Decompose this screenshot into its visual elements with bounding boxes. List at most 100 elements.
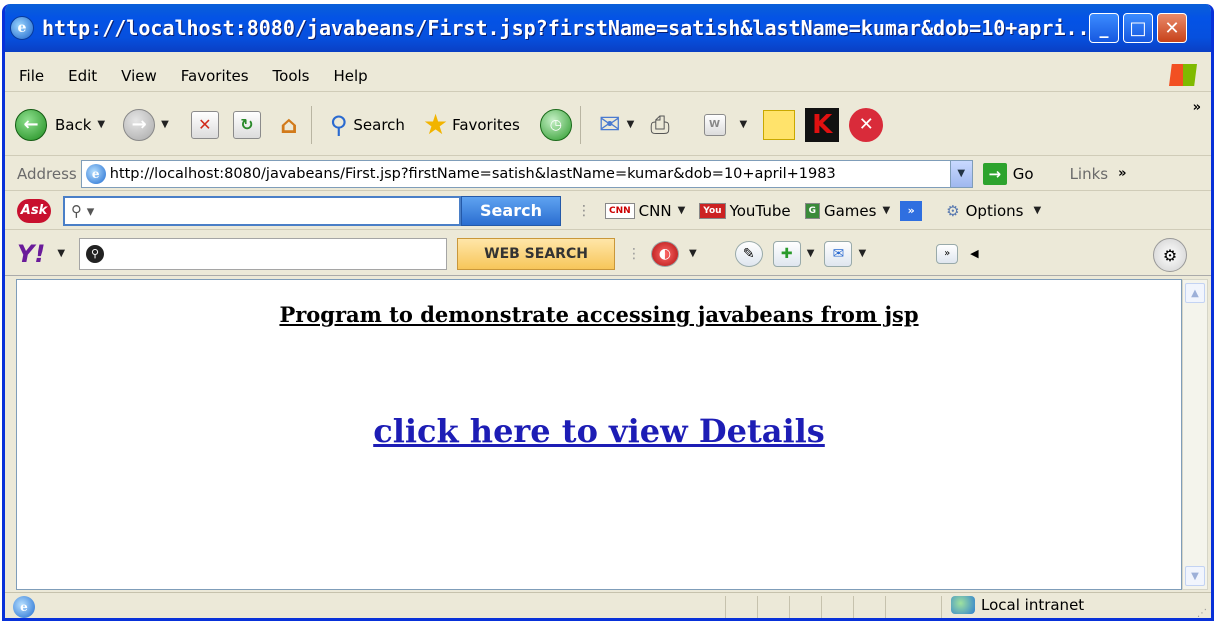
search-icon: ⚲ ▾ bbox=[71, 201, 95, 220]
ie-logo-icon: e bbox=[10, 16, 34, 40]
forward-button[interactable]: → ▼ bbox=[123, 108, 169, 141]
youtube-label: YouTube bbox=[729, 201, 791, 220]
yahoo-logo[interactable]: Y! bbox=[17, 240, 45, 268]
browser-window: e http://localhost:8080/javabeans/First.… bbox=[2, 4, 1214, 621]
forward-dropdown-icon[interactable]: ▼ bbox=[161, 119, 169, 130]
menu-edit[interactable]: Edit bbox=[68, 67, 97, 85]
mail-icon: ✉ bbox=[598, 109, 621, 140]
address-url[interactable]: http://localhost:8080/javabeans/First.js… bbox=[110, 166, 950, 182]
window-title: http://localhost:8080/javabeans/First.js… bbox=[42, 16, 1102, 40]
bookmark-add-icon[interactable]: ✚ bbox=[772, 240, 801, 267]
stop-button[interactable]: ✕ bbox=[190, 110, 219, 139]
ask-logo[interactable]: Ask bbox=[17, 198, 51, 223]
address-dropdown-icon[interactable]: ▼ bbox=[949, 160, 972, 187]
games-icon: G bbox=[804, 202, 820, 219]
history-button[interactable]: ◷ bbox=[539, 108, 572, 141]
page-content: Program to demonstrate accessing javabea… bbox=[16, 279, 1182, 590]
bookmark-dropdown-icon[interactable]: ▼ bbox=[807, 248, 815, 259]
history-icon: ◷ bbox=[539, 108, 572, 141]
ask-overflow-icon[interactable]: » bbox=[900, 200, 923, 221]
status-pane-divider bbox=[789, 596, 790, 618]
antispy-dropdown-icon[interactable]: ▼ bbox=[689, 248, 697, 259]
antispy-icon[interactable]: ◐ bbox=[651, 240, 680, 267]
options-button[interactable]: ⚙ Options ▼ bbox=[946, 202, 1041, 220]
word-icon: W bbox=[703, 113, 726, 136]
youtube-link[interactable]: You YouTube bbox=[699, 201, 791, 220]
mail-dropdown-icon[interactable]: ▼ bbox=[627, 119, 635, 130]
ask-search-input[interactable]: ⚲ ▾ bbox=[63, 195, 461, 226]
title-bar[interactable]: e http://localhost:8080/javabeans/First.… bbox=[5, 4, 1211, 52]
mail-button[interactable]: ✉ ▼ bbox=[599, 110, 635, 140]
menu-bar: File Edit View Favorites Tools Help bbox=[5, 60, 1211, 92]
toolbar-grip-icon: ⋮ bbox=[577, 202, 591, 219]
print-button[interactable]: ⎙ bbox=[650, 111, 669, 139]
mail-dropdown-icon[interactable]: ▼ bbox=[858, 248, 866, 259]
home-icon: ⌂ bbox=[280, 110, 298, 139]
notes-button[interactable] bbox=[763, 109, 796, 140]
ask-search-button[interactable]: Search bbox=[461, 195, 561, 226]
windows-logo-icon bbox=[1169, 64, 1197, 86]
scroll-left-icon[interactable]: ◀ bbox=[970, 247, 978, 260]
status-pane-divider bbox=[853, 596, 854, 618]
status-pane-divider bbox=[821, 596, 822, 618]
edit-dropdown-icon[interactable]: ▼ bbox=[740, 119, 748, 130]
favorites-label: Favorites bbox=[452, 115, 520, 134]
menu-favorites[interactable]: Favorites bbox=[181, 67, 249, 85]
yahoo-toolbar: Y! ▼ ⚲ WEB SEARCH ⋮ ◐ ▼ ✎ ✚ ▼ ✉ ▼ » ◀ ⚙ bbox=[5, 232, 1211, 276]
close-button[interactable]: ✕ bbox=[1157, 13, 1187, 43]
back-button[interactable]: ← Back ▼ bbox=[15, 108, 105, 141]
resize-grip-icon[interactable]: ⋰ bbox=[1197, 608, 1207, 618]
go-button[interactable]: → Go bbox=[982, 162, 1034, 185]
scroll-down-icon[interactable]: ▼ bbox=[1185, 566, 1205, 586]
toolbar-overflow-icon[interactable]: » bbox=[1193, 100, 1201, 115]
forward-arrow-icon: → bbox=[123, 108, 156, 141]
status-bar: e Local intranet ⋰ bbox=[5, 592, 1211, 618]
web-search-button[interactable]: WEB SEARCH bbox=[457, 237, 616, 270]
menu-file[interactable]: File bbox=[19, 67, 44, 85]
back-label: Back bbox=[55, 115, 92, 134]
cnn-link[interactable]: CNN CNN ▼ bbox=[605, 202, 685, 220]
yahoo-overflow-icon[interactable]: » bbox=[936, 243, 959, 264]
games-dropdown-icon[interactable]: ▼ bbox=[882, 205, 890, 216]
minimize-button[interactable]: _ bbox=[1089, 13, 1119, 43]
toolbar-separator bbox=[310, 105, 312, 144]
menu-view[interactable]: View bbox=[121, 67, 157, 85]
status-pane-divider bbox=[725, 596, 726, 618]
yahoo-search-input[interactable]: ⚲ bbox=[79, 237, 448, 270]
back-arrow-icon: ← bbox=[15, 108, 47, 141]
blocker-button[interactable]: ✕ bbox=[849, 107, 884, 142]
links-toolbar[interactable]: Links bbox=[1070, 165, 1109, 183]
address-label: Address bbox=[17, 164, 77, 183]
yahoo-dropdown-icon[interactable]: ▼ bbox=[57, 248, 65, 259]
favorites-button[interactable]: ★ Favorites bbox=[423, 108, 520, 141]
vertical-scrollbar[interactable]: ▲ ▼ bbox=[1182, 279, 1208, 590]
cnn-label: CNN bbox=[638, 201, 672, 220]
scroll-up-icon[interactable]: ▲ bbox=[1185, 283, 1205, 303]
view-details-link[interactable]: click here to view Details bbox=[17, 412, 1181, 450]
ask-toolbar: Ask ⚲ ▾ Search ⋮ CNN CNN ▼ You YouTube G… bbox=[5, 192, 1211, 230]
menu-tools[interactable]: Tools bbox=[273, 67, 310, 85]
mail-icon[interactable]: ✉ bbox=[824, 240, 853, 267]
address-field[interactable]: e http://localhost:8080/javabeans/First.… bbox=[80, 159, 973, 188]
edit-button[interactable]: W ▼ bbox=[703, 113, 748, 136]
refresh-button[interactable]: ↻ bbox=[232, 110, 261, 139]
maximize-button[interactable]: □ bbox=[1123, 13, 1153, 43]
settings-gear-icon[interactable]: ⚙ bbox=[1153, 238, 1187, 272]
gear-icon: ⚙ bbox=[946, 201, 960, 220]
standard-toolbar: ← Back ▼ → ▼ ✕ ↻ ⌂ ⚲ Search ★ Favorites … bbox=[5, 94, 1211, 156]
status-pane-divider bbox=[885, 596, 886, 618]
links-overflow-icon[interactable]: » bbox=[1118, 166, 1126, 181]
kaspersky-button[interactable]: K bbox=[805, 107, 840, 142]
games-link[interactable]: G Games ▼ bbox=[804, 202, 890, 220]
highlight-icon[interactable]: ✎ bbox=[734, 240, 763, 267]
cnn-dropdown-icon[interactable]: ▼ bbox=[678, 205, 686, 216]
search-button[interactable]: ⚲ Search bbox=[330, 111, 405, 139]
menu-help[interactable]: Help bbox=[334, 67, 368, 85]
security-zone: Local intranet bbox=[951, 596, 1084, 614]
options-dropdown-icon[interactable]: ▼ bbox=[1034, 205, 1042, 216]
search-icon: ⚲ bbox=[329, 110, 348, 139]
toolbar-separator bbox=[579, 105, 581, 144]
cnn-icon: CNN bbox=[605, 202, 635, 219]
home-button[interactable]: ⌂ bbox=[275, 111, 303, 139]
back-dropdown-icon[interactable]: ▼ bbox=[97, 119, 105, 130]
